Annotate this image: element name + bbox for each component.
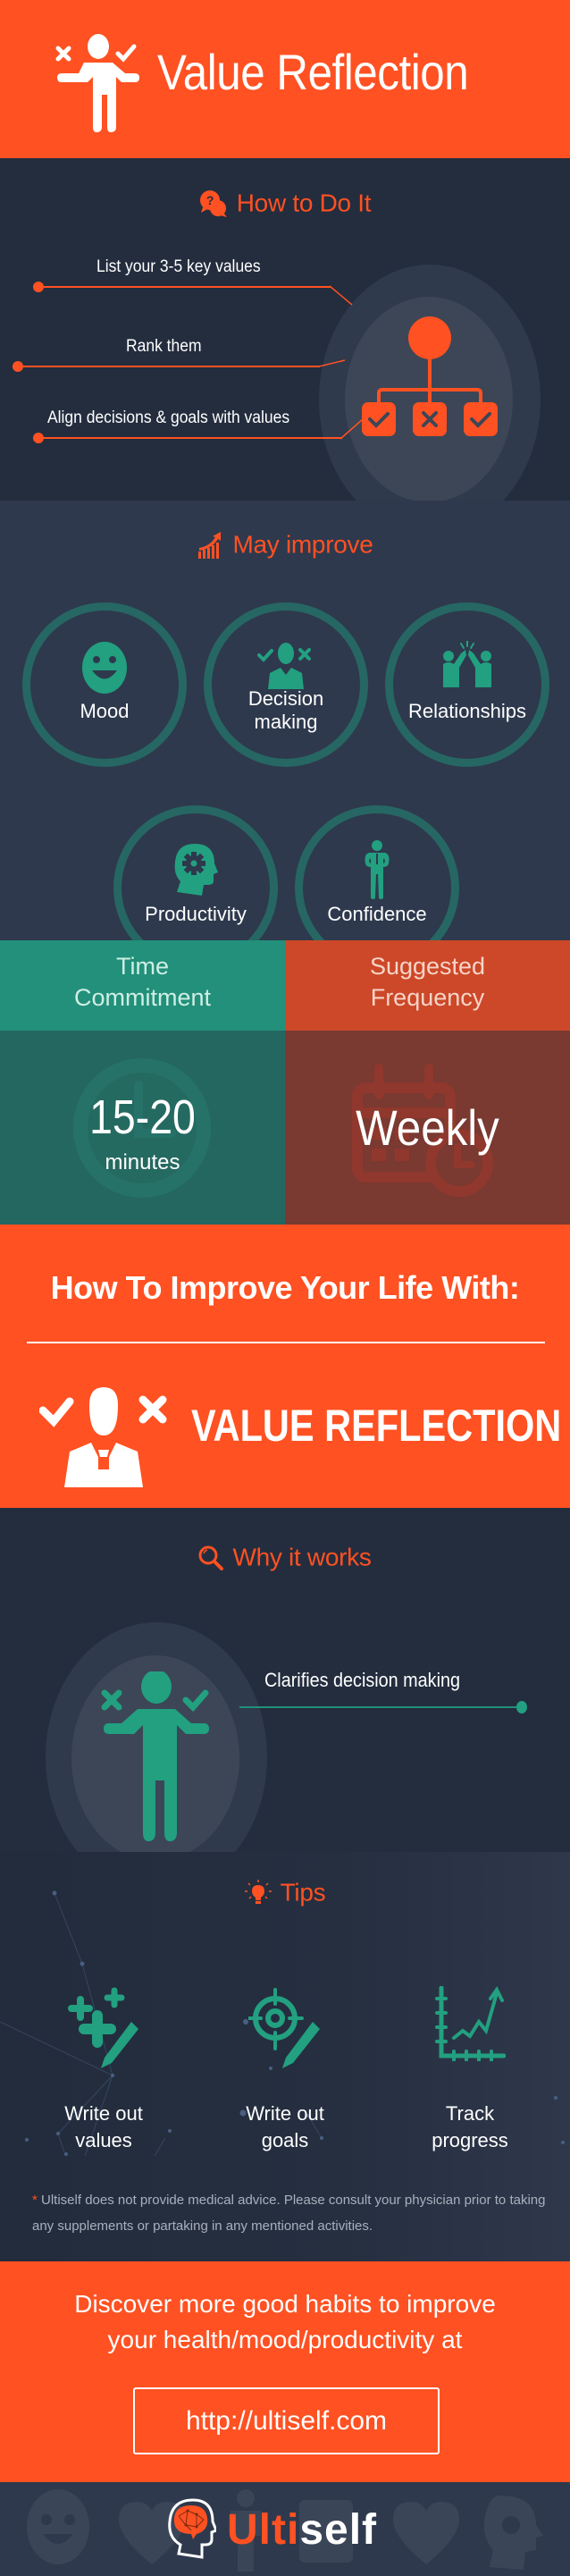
banner-divider — [27, 1342, 545, 1343]
step-connector-line — [38, 437, 342, 439]
step-label: Align decisions & goals with values — [47, 408, 290, 427]
why-it-works-section: Why it works Clarifies decision making — [0, 1508, 570, 1852]
magnifier-icon — [198, 1545, 224, 1570]
footer-brand-bar: Ultiself — [0, 2482, 570, 2576]
benefit-label: Relationships — [407, 700, 527, 722]
infographic-page: Value Reflection ? How to Do It List you… — [0, 0, 570, 2576]
benefit-label: Productivity — [145, 903, 247, 925]
step-connector-diagonal — [339, 418, 364, 440]
suggested-frequency-value: Weekly — [356, 1099, 499, 1156]
tip-item: Track progress — [390, 1986, 550, 2154]
tip-label: Track progress — [432, 2102, 508, 2151]
decision-person-icon — [257, 643, 311, 689]
reason-marker-dot — [516, 1701, 527, 1713]
step-label: Rank them — [126, 337, 202, 356]
may-improve-section: May improve Mood Decision making Relatio… — [0, 501, 570, 940]
tip-label: Write out goals — [246, 2102, 324, 2151]
benefit-productivity: Productivity — [113, 805, 278, 940]
hierarchy-check-cross-icon — [362, 316, 498, 436]
page-title: Value Reflection — [157, 44, 469, 100]
step-connector-diagonal — [329, 285, 353, 306]
time-commitment-header: Time Commitment — [0, 940, 285, 1031]
benefit-decision-making: Decision making — [204, 602, 368, 767]
improve-life-title: VALUE REFLECTION — [191, 1401, 562, 1451]
brain-head-icon — [168, 2498, 216, 2559]
progress-chart-icon — [435, 1986, 506, 2061]
may-improve-heading: May improve — [0, 529, 570, 560]
how-to-heading: ? How to Do It — [0, 188, 570, 218]
improve-life-banner: How To Improve Your Life With: VALUE REF… — [0, 1225, 570, 1508]
benefit-label: Decision making — [247, 687, 324, 733]
svg-text:?: ? — [206, 193, 214, 207]
step-connector-diagonal — [318, 359, 346, 367]
tip-item: Write out values — [23, 1986, 184, 2154]
growth-chart-icon — [197, 531, 221, 559]
confident-person-icon — [365, 840, 390, 899]
reason-connector-line — [239, 1706, 522, 1708]
call-to-action-section: Discover more good habits to improve you… — [0, 2261, 570, 2482]
tips-heading: Tips — [0, 1877, 570, 1907]
tip-item: Write out goals — [205, 1986, 365, 2154]
cta-text: Discover more good habits to improve you… — [74, 2290, 496, 2353]
tips-section: Tips Write out values Write out goals Tr… — [0, 1852, 570, 2261]
step-connector-line — [38, 286, 331, 288]
why-it-works-heading: Why it works — [0, 1542, 570, 1572]
improve-life-heading: How To Improve Your Life With: — [50, 1269, 520, 1306]
header-banner: Value Reflection — [0, 0, 570, 158]
step-label: List your 3-5 key values — [96, 257, 261, 276]
medical-disclaimer: * Ultiself does not provide medical advi… — [32, 2193, 546, 2234]
benefit-mood: Mood — [22, 602, 187, 767]
how-to-section: ? How to Do It List your 3-5 key values — [0, 158, 570, 501]
tip-label: Write out values — [64, 2102, 143, 2151]
benefit-confidence: Confidence — [295, 805, 459, 940]
high-five-icon — [443, 640, 491, 687]
benefit-relationships: Relationships — [385, 602, 549, 767]
target-pencil-icon — [248, 1988, 320, 2068]
smiley-icon — [82, 642, 127, 694]
benefit-label: Confidence — [327, 903, 427, 925]
decision-person-icon — [39, 1387, 167, 1487]
ultiself-logo: Ultiself — [166, 2498, 377, 2561]
step-connector-line — [18, 366, 320, 367]
time-frequency-section: Time Commitment Suggested Frequency 15-2… — [0, 940, 570, 1225]
person-weighing-choices-icon — [55, 34, 139, 132]
suggested-frequency-header: Suggested Frequency — [285, 940, 570, 1031]
suggested-frequency-panel: Weekly — [285, 1031, 570, 1225]
person-weighing-choices-icon — [101, 1671, 209, 1841]
time-commitment-unit: minutes — [105, 1150, 180, 1174]
question-chat-icon: ? — [199, 189, 227, 217]
head-gear-icon — [174, 844, 218, 896]
benefit-label: Mood — [80, 700, 130, 722]
time-commitment-value: 15-20 — [89, 1090, 196, 1144]
website-link-button[interactable]: http://ultiself.com — [133, 2387, 440, 2454]
time-commitment-panel: 15-20 minutes — [0, 1031, 285, 1225]
lightbulb-icon — [244, 1879, 272, 1904]
reason-label: Clarifies decision making — [264, 1669, 460, 1691]
plus-pencil-icon — [68, 1987, 138, 2068]
brand-name: Ultiself — [227, 2505, 378, 2554]
